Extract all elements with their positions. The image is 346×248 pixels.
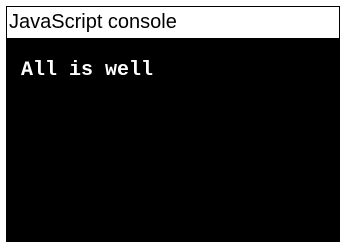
console-output-area[interactable]: All is well	[7, 39, 339, 241]
window-title: JavaScript console	[7, 7, 339, 39]
console-line: All is well	[21, 59, 154, 82]
javascript-console-window: JavaScript console All is well	[6, 6, 340, 242]
